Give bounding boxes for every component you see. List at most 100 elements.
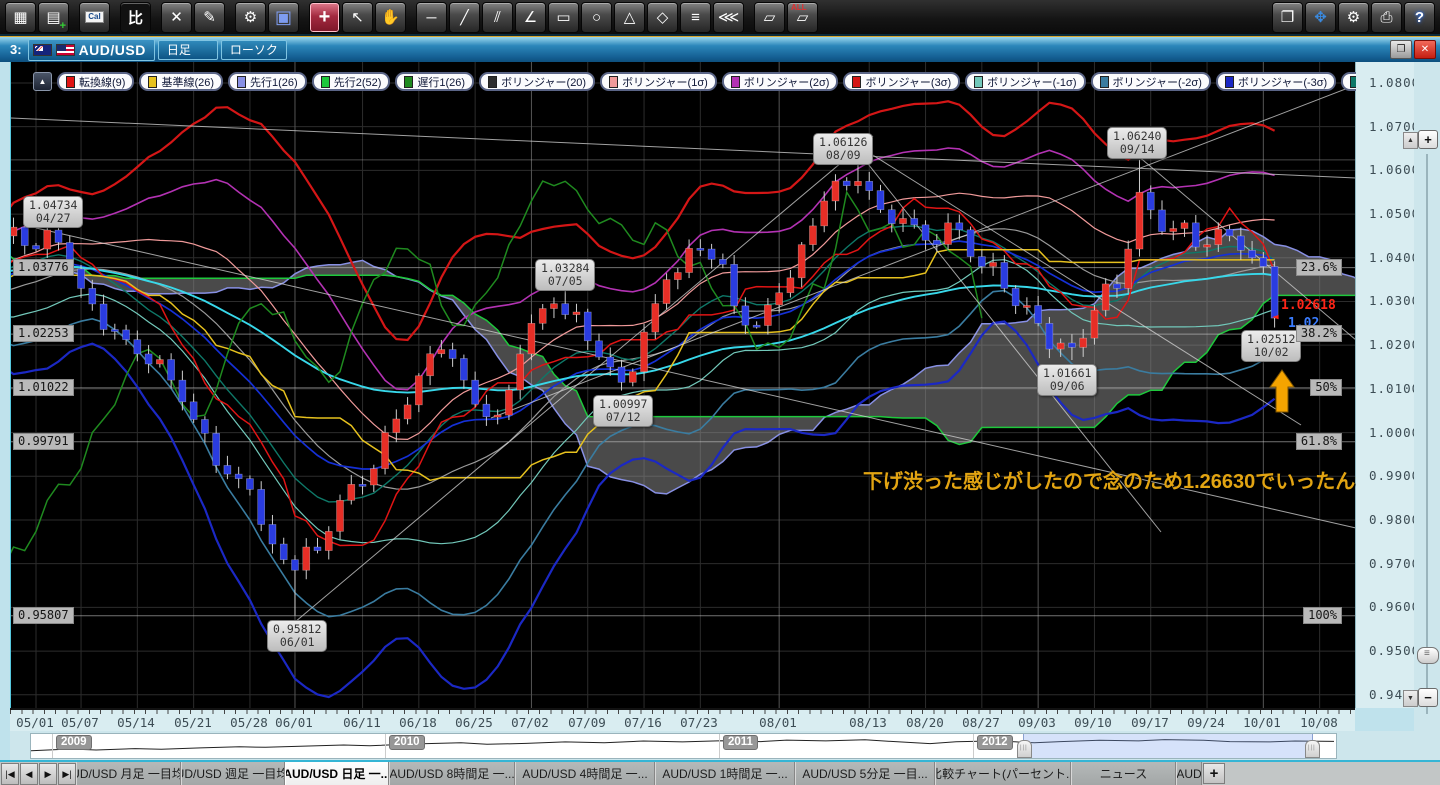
ellipse-icon[interactable]: ○ <box>581 2 612 33</box>
legend-item-senkou1[interactable]: 先行1(26) <box>228 72 307 91</box>
legend-item-bbm1[interactable]: ボリンジャー(-1σ) <box>965 72 1085 91</box>
tab-scroll-prev[interactable]: ◀ <box>20 763 38 785</box>
legend-item-bbm3[interactable]: ボリンジャー(-3σ) <box>1216 72 1336 91</box>
legend-item-bbp3[interactable]: ボリンジャー(3σ) <box>843 72 960 91</box>
legend-item-tenkan[interactable]: 転換線(9) <box>57 72 134 91</box>
fibonacci-lines-icon[interactable]: ≡ <box>680 2 711 33</box>
horizontal-line-icon[interactable]: ─ <box>416 2 447 33</box>
candle-up <box>945 223 952 245</box>
ask-price-label: 1.02618 <box>1281 298 1336 313</box>
triangle-icon[interactable]: △ <box>614 2 645 33</box>
candle-down <box>179 380 186 402</box>
printer-icon[interactable]: ⎙ <box>1371 2 1402 33</box>
chart-tab[interactable]: AUD/USD 週足 一目均... <box>181 762 285 785</box>
chart-tab[interactable]: AUD/USD 1時間足 一... <box>655 762 795 785</box>
chart-tab-active[interactable]: AUD/USD 日足 一... <box>285 762 389 785</box>
trend-line-icon[interactable]: ╱ <box>449 2 480 33</box>
legend-item-ema13[interactable]: EMA(13) <box>1341 72 1356 91</box>
parallel-lines-icon[interactable]: ⫽ <box>482 2 513 33</box>
legend-item-label: 遅行1(26) <box>417 74 465 90</box>
legend-item-bbp2[interactable]: ボリンジャー(2σ) <box>722 72 839 91</box>
legend-item-kijun[interactable]: 基準線(26) <box>139 72 223 91</box>
candle-up <box>528 323 535 354</box>
candle-down <box>1046 323 1053 349</box>
candle-down <box>213 433 220 465</box>
navigator-strip[interactable]: 2009201020112012 <box>30 733 1337 759</box>
tab-scroll-next[interactable]: ▶ <box>39 763 57 785</box>
expand-icon[interactable]: ✥ <box>1305 2 1336 33</box>
new-chart-icon[interactable]: ▤+ <box>38 2 69 33</box>
draw-pencil-icon[interactable]: ✎ <box>194 2 225 33</box>
navigator-right-handle[interactable] <box>1305 740 1320 758</box>
close-window-button[interactable]: ✕ <box>1414 40 1436 59</box>
candlestick-chart-plot[interactable]: ▲ 転換線(9) 基準線(26) 先行1(26) 先行2(52) 遅行1(26) ボリンジ… <box>10 62 1356 708</box>
eraser-icon[interactable]: ▱ <box>754 2 785 33</box>
save-icon[interactable]: ▣ <box>268 2 299 33</box>
legend-item-senkou2[interactable]: 先行2(52) <box>312 72 391 91</box>
rectangle-icon[interactable]: ▭ <box>548 2 579 33</box>
scroll-up-icon[interactable]: ▲ <box>1403 132 1418 149</box>
polygon-icon[interactable]: ◇ <box>647 2 678 33</box>
legend-item-chikou[interactable]: 遅行1(26) <box>395 72 474 91</box>
candle-down <box>1113 284 1120 288</box>
scroll-down-icon[interactable]: ▼ <box>1403 690 1418 707</box>
chart-tab[interactable]: AUD/USD 4時間足 一... <box>515 762 655 785</box>
scrollbar-track[interactable] <box>1426 154 1428 714</box>
price-tick-label: 1.0200 <box>1369 337 1420 352</box>
drawn-trendline[interactable] <box>295 136 873 622</box>
settings-gear-icon[interactable]: ⚙ <box>1338 2 1369 33</box>
tab-scroll-last[interactable]: ▶| <box>58 763 76 785</box>
zoom-in-button[interactable]: + <box>1418 130 1438 149</box>
zoom-out-button[interactable]: − <box>1418 688 1438 707</box>
tab-label: AUD/USD 5分足 一目... <box>802 765 927 782</box>
hand-icon[interactable]: ✋ <box>375 2 406 33</box>
candle-up <box>1136 192 1143 249</box>
chart-tab[interactable]: AUD <box>1176 762 1202 785</box>
timeframe-button[interactable]: 日足 <box>158 40 218 60</box>
cursor-icon[interactable]: ↖ <box>342 2 373 33</box>
help-icon[interactable]: ? <box>1404 2 1435 33</box>
chart-tab[interactable]: AUD/USD 月足 一目均... <box>76 762 181 785</box>
legend-collapse-button[interactable]: ▲ <box>33 72 52 91</box>
quote-list-icon[interactable]: ▦ <box>5 2 36 33</box>
senkou1-color-swatch <box>237 76 246 88</box>
date-tick-label: 07/09 <box>568 715 606 730</box>
fan-lines-icon[interactable]: ⋘ <box>713 2 744 33</box>
calendar-icon[interactable]: Cal <box>79 2 110 33</box>
candle-down <box>1147 192 1154 210</box>
chart-type-button[interactable]: ローソク <box>221 40 287 60</box>
candle-up <box>990 262 997 266</box>
scrollbar-grip[interactable] <box>1417 647 1439 664</box>
history-navigator[interactable]: 2009201020112012 <box>10 731 1414 760</box>
chart-settings-icon[interactable]: ⚙ <box>235 2 266 33</box>
crosshair-icon[interactable]: + <box>309 2 340 33</box>
candle-up <box>821 201 828 226</box>
chart-tab[interactable]: 比較チャート(パーセント... <box>935 762 1071 785</box>
erase-all-icon[interactable]: ▱ALL <box>787 2 818 33</box>
chart-tab[interactable]: ニュース <box>1071 762 1176 785</box>
navigator-left-handle[interactable] <box>1017 740 1032 758</box>
compare-icon[interactable]: 比 <box>120 2 151 33</box>
chart-tab[interactable]: AUD/USD 8時間足 一... <box>389 762 515 785</box>
technical-editor-icon[interactable]: ✕ <box>161 2 192 33</box>
candle-up <box>1204 245 1211 247</box>
windows-icon[interactable]: ❐ <box>1272 2 1303 33</box>
add-tab-button[interactable]: + <box>1203 763 1225 784</box>
currency-pair-box[interactable]: AUD/USD <box>28 39 155 61</box>
restore-window-button[interactable]: ❐ <box>1390 40 1412 59</box>
legend-item-bbp1[interactable]: ボリンジャー(1σ) <box>600 72 717 91</box>
legend-item-bbm2[interactable]: ボリンジャー(-2σ) <box>1091 72 1211 91</box>
candle-down <box>201 419 208 433</box>
tab-scroll-first[interactable]: |◀ <box>1 763 19 785</box>
vertical-scrollbar[interactable]: + ▲ ▼ − <box>1414 62 1440 760</box>
chart-tab[interactable]: AUD/USD 5分足 一目... <box>795 762 935 785</box>
price-axis[interactable]: 1.08001.07001.06001.05001.04001.03001.02… <box>1355 62 1415 708</box>
candle-up <box>854 181 861 185</box>
up-arrow-marker[interactable] <box>1270 370 1294 412</box>
candle-up <box>382 433 389 469</box>
legend-item-bb0[interactable]: ボリンジャー(20) <box>479 72 595 91</box>
candle-up <box>325 531 332 550</box>
angle-line-icon[interactable]: ∠ <box>515 2 546 33</box>
price-tick-label: 0.9900 <box>1369 468 1420 483</box>
navigator-selection[interactable] <box>1023 734 1313 758</box>
